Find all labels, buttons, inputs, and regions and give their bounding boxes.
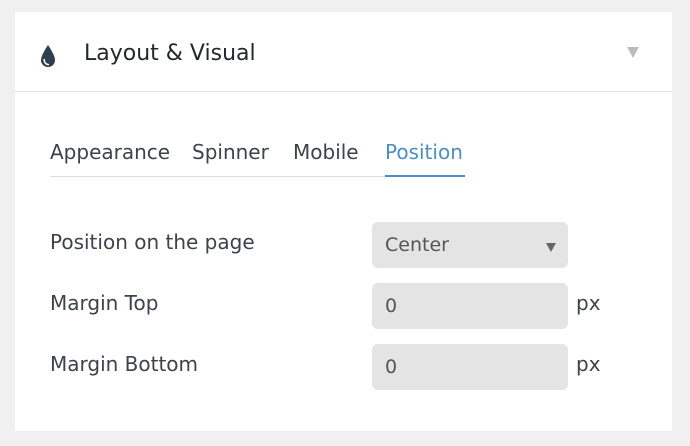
position-select-value: Center xyxy=(385,234,449,256)
tab-position[interactable]: Position xyxy=(385,136,465,177)
triangle-down-icon[interactable] xyxy=(625,44,641,60)
tab-spinner[interactable]: Spinner xyxy=(192,136,269,177)
position-label: Position on the page xyxy=(50,230,255,254)
margin-bottom-label: Margin Bottom xyxy=(50,352,199,376)
margin-top-unit: px xyxy=(576,291,601,315)
drop-icon xyxy=(41,45,55,67)
margin-bottom-input[interactable] xyxy=(372,344,568,390)
chevron-down-icon xyxy=(545,238,557,252)
margin-top-label: Margin Top xyxy=(50,291,159,315)
panel-header[interactable]: Layout & Visual xyxy=(15,12,672,92)
tab-appearance[interactable]: Appearance xyxy=(50,136,170,177)
tab-bar: Appearance Spinner Mobile Position xyxy=(50,136,465,177)
margin-top-input[interactable] xyxy=(372,283,568,329)
layout-visual-panel: Layout & Visual Appearance Spinner Mobil… xyxy=(15,12,672,431)
tab-mobile[interactable]: Mobile xyxy=(293,136,359,177)
panel-title: Layout & Visual xyxy=(84,41,256,66)
margin-bottom-unit: px xyxy=(576,352,601,376)
position-select[interactable]: Center xyxy=(372,222,568,268)
